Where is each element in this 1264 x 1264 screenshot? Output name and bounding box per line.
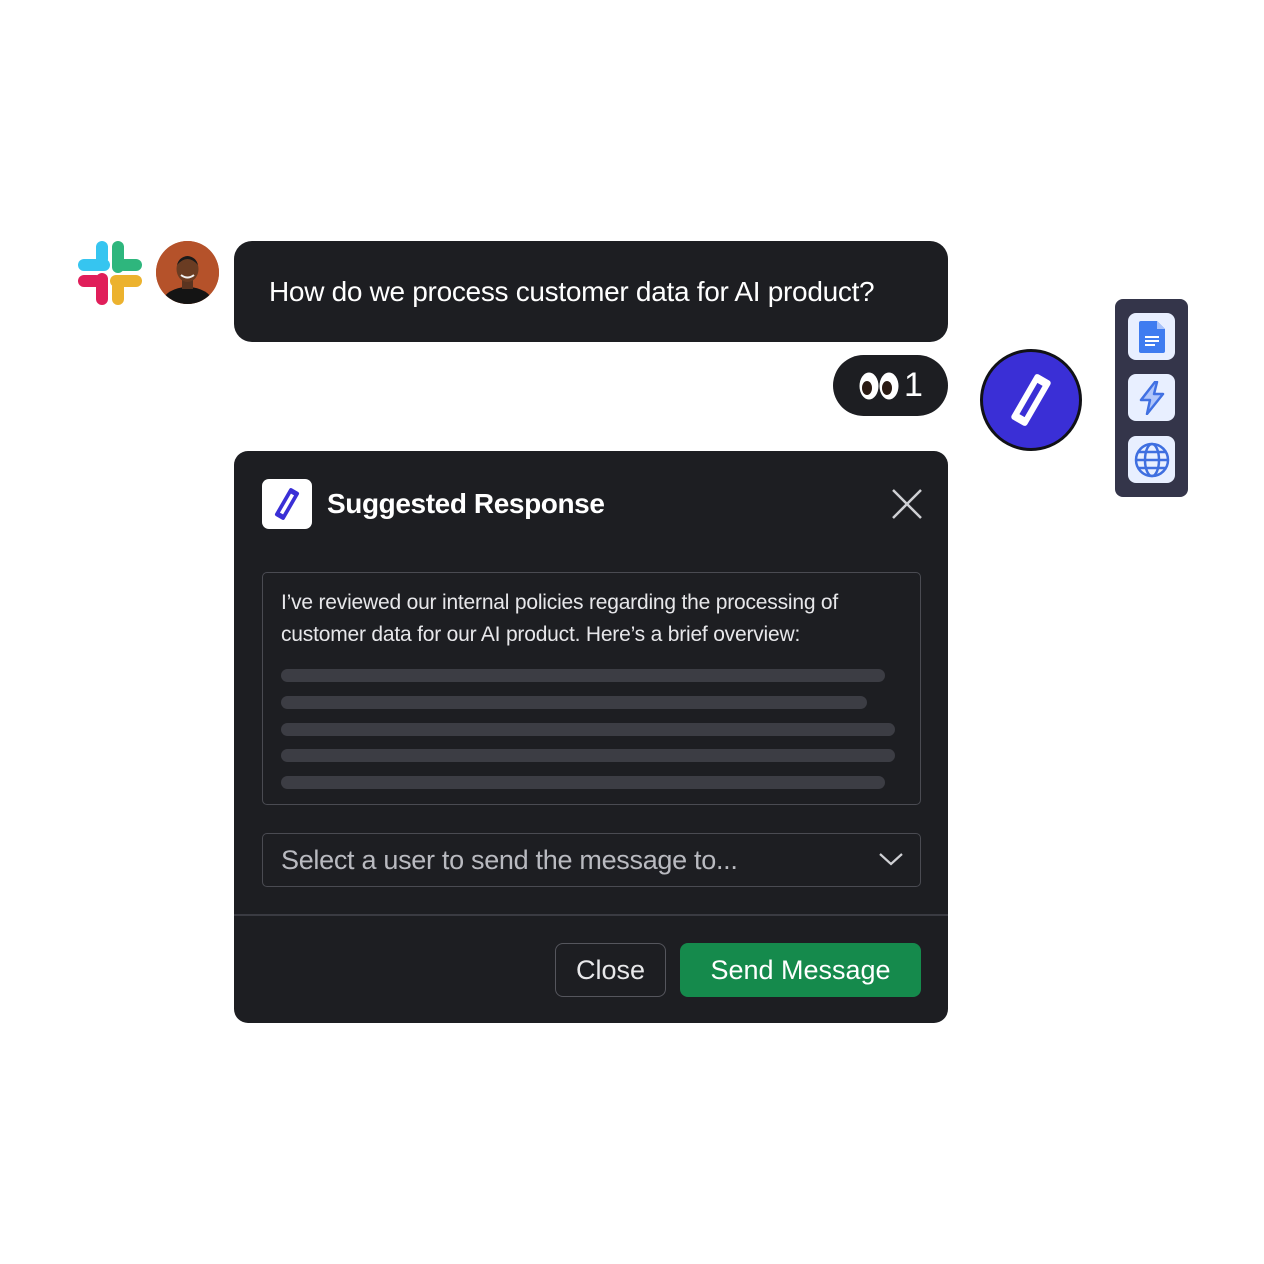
lightning-icon — [1139, 380, 1164, 415]
source-web[interactable] — [1128, 436, 1175, 483]
slack-logo-icon — [78, 241, 142, 305]
avatar — [156, 241, 219, 304]
send-message-button[interactable]: Send Message — [680, 943, 921, 997]
placeholder-line — [281, 723, 895, 736]
response-text: I’ve reviewed our internal policies rega… — [281, 591, 839, 646]
card-title: Suggested Response — [327, 488, 605, 519]
divider — [234, 914, 948, 916]
brand-logo-icon — [274, 488, 300, 520]
sources-panel — [1115, 299, 1188, 497]
person-avatar-icon — [156, 241, 219, 304]
brand-logo-icon — [1011, 374, 1051, 426]
card-logo — [262, 479, 312, 529]
user-select-dropdown[interactable]: Select a user to send the message to... — [262, 833, 921, 887]
placeholder-line — [281, 696, 867, 709]
source-lightning[interactable] — [1128, 374, 1175, 421]
close-icon[interactable] — [890, 487, 924, 521]
placeholder-line — [281, 669, 885, 682]
message-text: How do we process customer data for AI p… — [269, 275, 875, 307]
message-bubble: How do we process customer data for AI p… — [234, 241, 948, 342]
placeholder-line — [281, 749, 895, 762]
chevron-down-icon — [879, 853, 903, 866]
reaction-count: 1 — [904, 366, 923, 404]
close-button[interactable]: Close — [555, 943, 666, 997]
select-placeholder: Select a user to send the message to... — [281, 844, 738, 875]
reaction-pill[interactable]: 1 — [833, 355, 948, 416]
source-google-docs[interactable] — [1128, 313, 1175, 360]
response-text-box[interactable]: I’ve reviewed our internal policies rega… — [262, 572, 921, 805]
eyes-emoji-icon — [859, 372, 899, 399]
bot-avatar — [980, 349, 1082, 451]
suggested-response-card: Suggested Response I’ve reviewed our int… — [234, 451, 948, 1023]
globe-icon — [1134, 442, 1169, 477]
placeholder-line — [281, 776, 885, 789]
google-docs-icon — [1138, 320, 1165, 353]
